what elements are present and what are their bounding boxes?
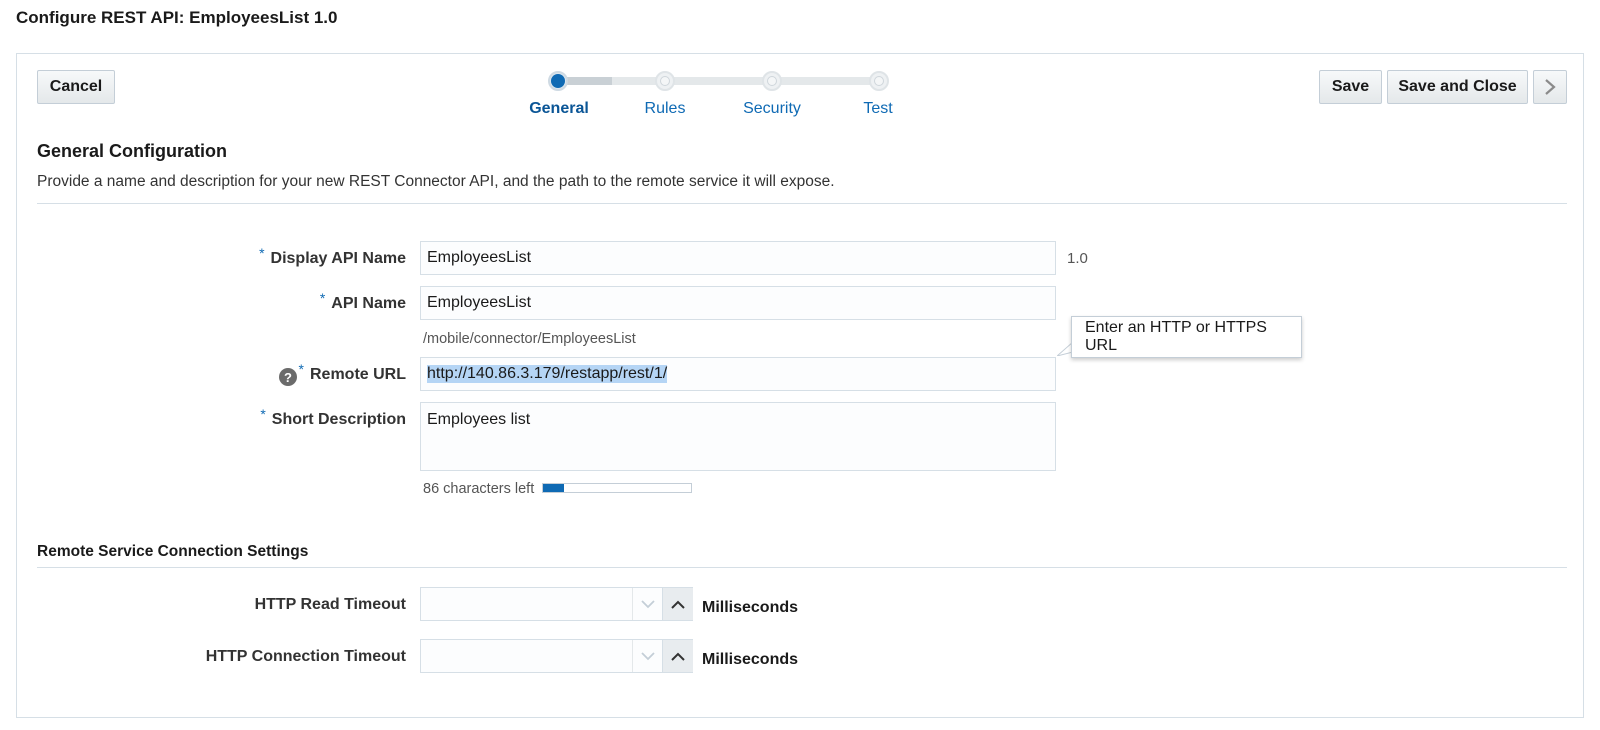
next-button[interactable] bbox=[1533, 70, 1567, 104]
character-usage-meter-fill bbox=[543, 484, 564, 492]
http-connection-timeout-label: HTTP Connection Timeout bbox=[205, 648, 406, 665]
help-icon[interactable]: ? bbox=[279, 368, 297, 386]
configuration-panel: Cancel General Rules Security Test Save … bbox=[16, 53, 1584, 718]
save-and-close-button[interactable]: Save and Close bbox=[1387, 70, 1528, 104]
required-marker: * bbox=[298, 361, 304, 377]
train-track-completed bbox=[567, 77, 612, 85]
chevron-right-icon bbox=[1545, 79, 1556, 95]
http-connection-timeout-unit: Milliseconds bbox=[702, 651, 799, 668]
api-version: 1.0 bbox=[1067, 250, 1088, 267]
short-description-textarea[interactable]: Employees list bbox=[420, 402, 1056, 471]
chevron-down-icon bbox=[640, 651, 655, 660]
train-stop-test[interactable] bbox=[869, 71, 889, 91]
train-label-test[interactable]: Test bbox=[863, 100, 892, 118]
decrement-button[interactable] bbox=[632, 588, 662, 620]
save-button[interactable]: Save bbox=[1319, 70, 1382, 104]
api-path-hint: /mobile/connector/EmployeesList bbox=[423, 331, 636, 347]
required-marker: * bbox=[259, 245, 265, 261]
chevron-up-icon bbox=[671, 600, 685, 609]
train-label-rules[interactable]: Rules bbox=[645, 100, 686, 118]
http-connection-timeout-stepper bbox=[420, 639, 693, 673]
train-stop-rules[interactable] bbox=[655, 71, 675, 91]
train-label-general[interactable]: General bbox=[529, 100, 589, 118]
chevron-up-icon bbox=[671, 652, 685, 661]
increment-button[interactable] bbox=[662, 588, 693, 620]
display-api-name-input[interactable]: EmployeesList bbox=[420, 241, 1056, 275]
section-divider bbox=[37, 203, 1567, 204]
http-connection-timeout-input[interactable] bbox=[421, 640, 631, 672]
http-read-timeout-unit: Milliseconds bbox=[702, 599, 799, 616]
remote-url-tooltip: Enter an HTTP or HTTPS URL bbox=[1071, 316, 1302, 358]
required-marker: * bbox=[319, 290, 326, 306]
http-read-timeout-stepper bbox=[420, 587, 693, 621]
character-usage-meter bbox=[542, 483, 692, 493]
train-label-security[interactable]: Security bbox=[743, 100, 801, 118]
general-section-description: Provide a name and description for your … bbox=[37, 173, 835, 190]
http-read-timeout-input[interactable] bbox=[421, 588, 631, 620]
increment-button[interactable] bbox=[662, 640, 693, 672]
display-api-name-label: * Display API Name bbox=[259, 245, 406, 267]
required-marker: * bbox=[260, 406, 266, 422]
train-stop-general[interactable] bbox=[548, 71, 568, 91]
train-track bbox=[612, 77, 877, 85]
decrement-button[interactable] bbox=[632, 640, 662, 672]
general-section-title: General Configuration bbox=[37, 141, 228, 161]
train-stop-security[interactable] bbox=[762, 71, 782, 91]
section-divider bbox=[37, 567, 1567, 568]
http-read-timeout-label: HTTP Read Timeout bbox=[254, 596, 406, 613]
remote-url-label: * Remote URL bbox=[298, 361, 406, 383]
page-title: Configure REST API: EmployeesList 1.0 bbox=[16, 8, 338, 27]
remote-url-input[interactable]: http://140.86.3.179/restapp/rest/1/ bbox=[420, 357, 1056, 391]
remote-section-title: Remote Service Connection Settings bbox=[37, 543, 309, 560]
characters-left-counter: 86 characters left bbox=[423, 481, 535, 497]
chevron-down-icon bbox=[640, 599, 655, 608]
api-name-input[interactable]: EmployeesList bbox=[420, 286, 1056, 320]
short-description-label: * Short Description bbox=[260, 406, 406, 428]
api-name-label: * API Name bbox=[319, 290, 406, 312]
